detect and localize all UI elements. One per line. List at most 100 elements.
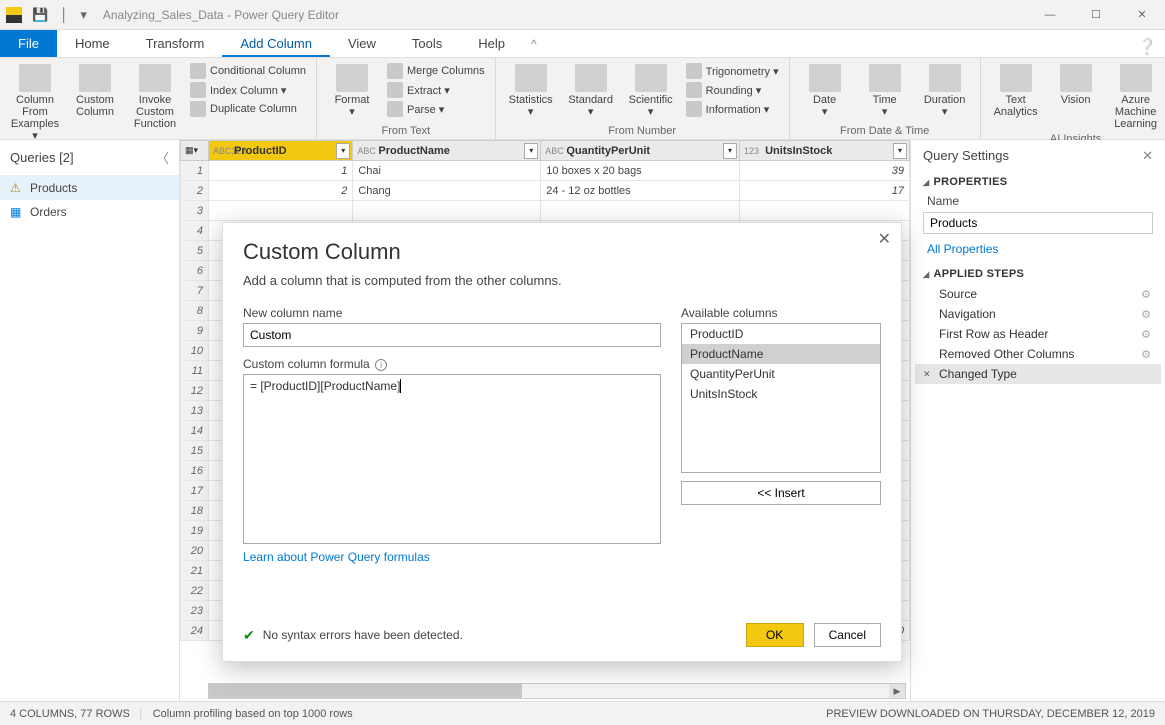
query-item-orders[interactable]: ▦Orders	[0, 200, 179, 224]
cell[interactable]: 15	[181, 441, 209, 461]
available-column-item[interactable]: ProductID	[682, 324, 880, 344]
ribbon-button[interactable]: Index Column ▾	[186, 81, 310, 99]
cell[interactable]: 13	[181, 401, 209, 421]
ribbon-button[interactable]: Statistics▾	[502, 62, 560, 120]
cell[interactable]: 21	[181, 561, 209, 581]
applied-step[interactable]: First Row as Header⚙	[915, 324, 1161, 344]
available-column-item[interactable]: QuantityPerUnit	[682, 364, 880, 384]
tab-add-column[interactable]: Add Column	[222, 30, 330, 57]
tab-file[interactable]: File	[0, 30, 57, 57]
cell[interactable]: 24 - 12 oz bottles	[541, 181, 740, 201]
dialog-close-button[interactable]: ✕	[878, 229, 891, 249]
scrollbar-thumb[interactable]	[209, 684, 522, 698]
column-dropdown-icon[interactable]: ▾	[723, 143, 737, 159]
cell[interactable]: Chang	[353, 181, 541, 201]
cell[interactable]	[740, 201, 910, 221]
ribbon-button[interactable]: Vision	[1047, 62, 1105, 108]
cell[interactable]: 1	[209, 161, 353, 181]
cell[interactable]: 10 boxes x 20 bags	[541, 161, 740, 181]
tab-tools[interactable]: Tools	[394, 30, 460, 57]
qat-dropdown[interactable]: ▾	[76, 5, 91, 25]
gear-icon[interactable]: ⚙	[1141, 288, 1151, 301]
ribbon-button[interactable]: Column FromExamples ▾	[6, 62, 64, 144]
ribbon-button[interactable]: Parse ▾	[383, 100, 489, 118]
formula-textarea[interactable]: = [ProductID][ProductName]	[243, 374, 661, 544]
ribbon-button[interactable]: Extract ▾	[383, 81, 489, 99]
tab-transform[interactable]: Transform	[128, 30, 223, 57]
table-row[interactable]: 3	[181, 201, 910, 221]
cell[interactable]: 22	[181, 581, 209, 601]
ribbon-button[interactable]: Rounding ▾	[682, 81, 783, 99]
ribbon-button[interactable]: Merge Columns	[383, 62, 489, 80]
ribbon-collapse-button[interactable]: ^	[523, 31, 545, 57]
applied-steps-header[interactable]: APPLIED STEPS	[911, 264, 1165, 284]
grid-corner[interactable]: ▦▾	[181, 141, 209, 161]
cell[interactable]: 17	[740, 181, 910, 201]
close-settings-icon[interactable]: ✕	[1142, 148, 1153, 164]
cell[interactable]: 39	[740, 161, 910, 181]
cell[interactable]	[541, 201, 740, 221]
collapse-queries-icon[interactable]: 〈	[156, 148, 169, 167]
query-item-products[interactable]: ⚠Products	[0, 176, 179, 200]
cell[interactable]: 5	[181, 241, 209, 261]
cell[interactable]: 16	[181, 461, 209, 481]
ribbon-button[interactable]: Invoke CustomFunction	[126, 62, 184, 132]
cell[interactable]: 2	[181, 181, 209, 201]
ribbon-button[interactable]: Conditional Column	[186, 62, 310, 80]
gear-icon[interactable]: ⚙	[1141, 348, 1151, 361]
scroll-right-button[interactable]: ▶	[889, 684, 905, 698]
cell[interactable]	[209, 201, 353, 221]
cell[interactable]: 17	[181, 481, 209, 501]
window-close-button[interactable]: ✕	[1119, 0, 1165, 29]
ribbon-button[interactable]: Date▾	[796, 62, 854, 120]
new-column-name-input[interactable]	[243, 323, 661, 347]
tab-view[interactable]: View	[330, 30, 394, 57]
available-columns-list[interactable]: ProductIDProductNameQuantityPerUnitUnits…	[681, 323, 881, 473]
table-row[interactable]: 11Chai10 boxes x 20 bags39	[181, 161, 910, 181]
applied-step[interactable]: Removed Other Columns⚙	[915, 344, 1161, 364]
window-minimize-button[interactable]: —	[1027, 0, 1073, 29]
applied-step[interactable]: Navigation⚙	[915, 304, 1161, 324]
ribbon-button[interactable]: Scientific▾	[622, 62, 680, 120]
ribbon-button[interactable]: TextAnalytics	[987, 62, 1045, 120]
column-header-productname[interactable]: ABC ProductName▾	[353, 141, 541, 161]
ribbon-button[interactable]: Standard▾	[562, 62, 620, 120]
tab-home[interactable]: Home	[57, 30, 128, 57]
cell[interactable]: 8	[181, 301, 209, 321]
table-row[interactable]: 22Chang24 - 12 oz bottles17	[181, 181, 910, 201]
applied-step[interactable]: Source⚙	[915, 284, 1161, 304]
cell[interactable]: 11	[181, 361, 209, 381]
column-header-productid[interactable]: ABC123 ProductID▾	[209, 141, 353, 161]
column-header-unitsinstock[interactable]: 123 UnitsInStock▾	[740, 141, 910, 161]
cell[interactable]: 23	[181, 601, 209, 621]
cancel-button[interactable]: Cancel	[814, 623, 881, 647]
cell[interactable]: 6	[181, 261, 209, 281]
available-column-item[interactable]: UnitsInStock	[682, 384, 880, 404]
column-dropdown-icon[interactable]: ▾	[893, 143, 907, 159]
insert-column-button[interactable]: << Insert	[681, 481, 881, 505]
tab-help[interactable]: Help	[460, 30, 523, 57]
ok-button[interactable]: OK	[746, 623, 804, 647]
ribbon-button[interactable]: Trigonometry ▾	[682, 62, 783, 80]
save-icon[interactable]: 💾	[28, 5, 52, 25]
applied-step[interactable]: Changed Type	[915, 364, 1161, 384]
cell[interactable]: 24	[181, 621, 209, 641]
cell[interactable]: 19	[181, 521, 209, 541]
cell[interactable]: Chai	[353, 161, 541, 181]
available-column-item[interactable]: ProductName	[682, 344, 880, 364]
cell[interactable]: 12	[181, 381, 209, 401]
gear-icon[interactable]: ⚙	[1141, 328, 1151, 341]
query-name-input[interactable]	[923, 212, 1153, 234]
info-icon[interactable]: i	[375, 359, 387, 371]
cell[interactable]: 20	[181, 541, 209, 561]
ribbon-button[interactable]: Duration▾	[916, 62, 974, 120]
all-properties-link[interactable]: All Properties	[911, 240, 1165, 264]
ribbon-button[interactable]: Information ▾	[682, 100, 783, 118]
properties-section-header[interactable]: PROPERTIES	[911, 172, 1165, 192]
ribbon-button[interactable]: Format▾	[323, 62, 381, 120]
ribbon-button[interactable]: Time▾	[856, 62, 914, 120]
cell[interactable]: 9	[181, 321, 209, 341]
ribbon-button[interactable]: Azure MachineLearning	[1107, 62, 1165, 132]
ribbon-button[interactable]: Duplicate Column	[186, 100, 310, 118]
window-maximize-button[interactable]: ☐	[1073, 0, 1119, 29]
